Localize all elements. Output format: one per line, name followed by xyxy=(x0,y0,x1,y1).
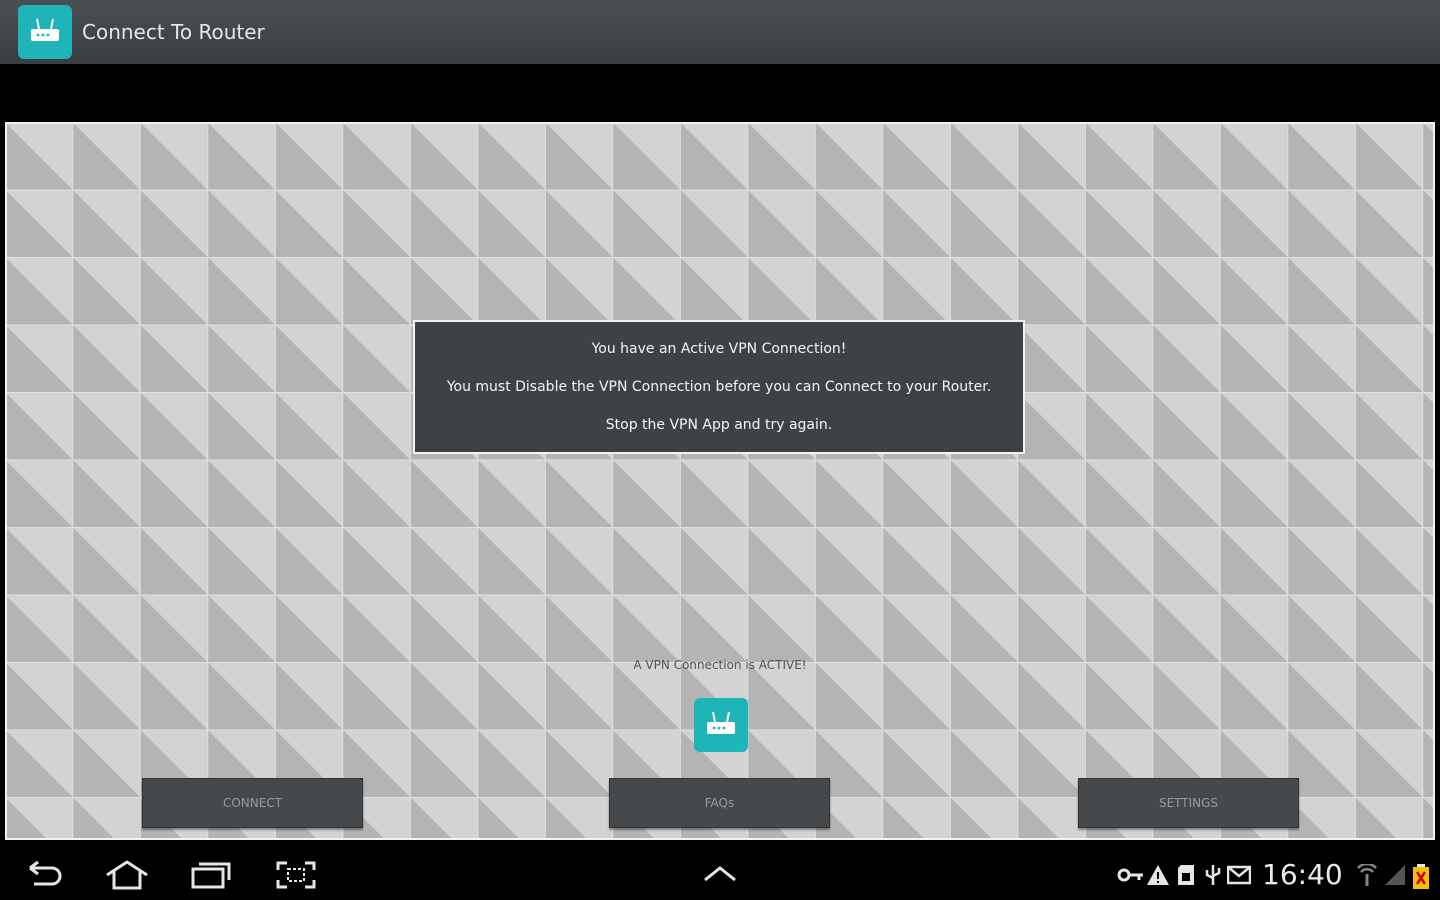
action-bar: Connect To Router xyxy=(0,0,1440,64)
router-icon xyxy=(18,5,72,59)
main-content: You have an Active VPN Connection! You m… xyxy=(5,122,1435,840)
usb-icon xyxy=(1205,865,1221,885)
router-icon xyxy=(707,711,735,734)
status-clock: 16:40 xyxy=(1262,858,1343,891)
wifi-icon xyxy=(1357,864,1377,886)
signal-icon xyxy=(1385,865,1405,885)
router-connect-button[interactable] xyxy=(694,698,748,752)
dialog-line-2: You must Disable the VPN Connection befo… xyxy=(446,379,992,395)
dialog-line-3: Stop the VPN App and try again. xyxy=(605,417,833,433)
warning-icon xyxy=(1147,865,1169,885)
battery-icon xyxy=(1413,864,1429,889)
back-icon[interactable] xyxy=(24,860,64,890)
vpn-warning-dialog: You have an Active VPN Connection! You m… xyxy=(413,320,1025,454)
app-title: Connect To Router xyxy=(82,20,265,44)
top-spacer xyxy=(0,64,1440,122)
home-icon[interactable] xyxy=(104,860,150,890)
connect-button[interactable]: CONNECT xyxy=(142,778,363,828)
recent-apps-icon[interactable] xyxy=(190,860,232,890)
key-icon xyxy=(1117,868,1143,882)
sd-card-icon xyxy=(1178,865,1194,885)
system-bar: 16:40 xyxy=(0,850,1440,900)
mail-icon xyxy=(1227,865,1251,885)
vpn-status-message: A VPN Connection is ACTIVE! xyxy=(633,658,807,672)
settings-button[interactable]: SETTINGS xyxy=(1078,778,1299,828)
chevron-up-icon[interactable] xyxy=(702,860,738,890)
dialog-line-1: You have an Active VPN Connection! xyxy=(591,341,847,357)
screenshot-icon[interactable] xyxy=(275,860,317,890)
faqs-button[interactable]: FAQs xyxy=(609,778,830,828)
